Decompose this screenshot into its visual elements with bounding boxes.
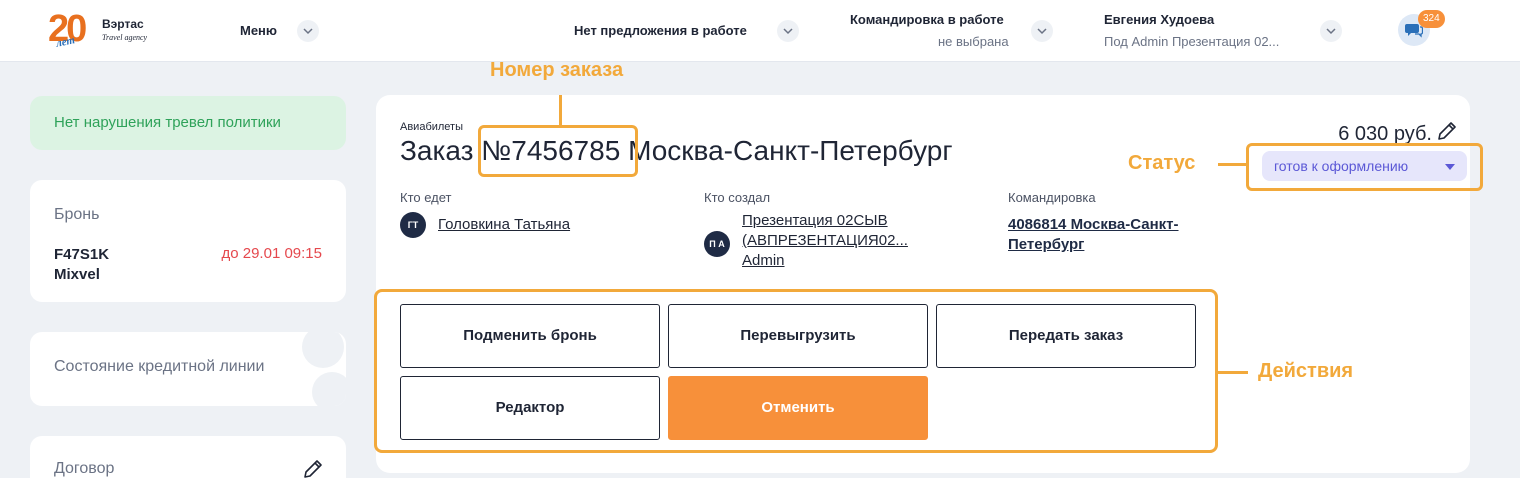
edit-price-pencil-icon[interactable] bbox=[1436, 120, 1458, 142]
caret-down-icon bbox=[1445, 164, 1455, 170]
order-number-highlight bbox=[478, 125, 638, 177]
contract-card: Договор bbox=[30, 436, 346, 478]
menu-chevron-down-icon[interactable] bbox=[297, 20, 319, 42]
logo-tagline: Travel agency bbox=[102, 33, 148, 42]
contract-title: Договор bbox=[54, 460, 115, 477]
order-title-prefix: Заказ bbox=[400, 135, 474, 166]
order-status-value: готов к оформлению bbox=[1274, 158, 1409, 174]
booking-deadline: до 29.01 09:15 bbox=[221, 245, 322, 262]
annotation-line-order-number bbox=[559, 95, 562, 125]
booking-code-value: F47S1K bbox=[54, 246, 110, 263]
credit-line-card[interactable]: Состояние кредитной линии bbox=[30, 332, 346, 406]
creator-link[interactable]: Презентация 02СЫВ (АВПРЕЗЕНТАЦИЯ02... Ad… bbox=[742, 211, 908, 271]
user-chevron-down-icon[interactable] bbox=[1320, 20, 1342, 42]
chat-unread-badge: 324 bbox=[1418, 10, 1445, 28]
creator-line-3: Admin bbox=[742, 252, 785, 269]
replace-booking-button[interactable]: Подменить бронь bbox=[400, 304, 660, 368]
order-status-dropdown[interactable]: готов к оформлению bbox=[1262, 151, 1467, 181]
annotation-line-actions bbox=[1218, 371, 1248, 374]
edit-contract-pencil-icon[interactable] bbox=[302, 458, 324, 478]
trip-in-progress-label[interactable]: Командировка в работе bbox=[850, 12, 1004, 27]
order-route: Москва-Санкт-Петербург bbox=[628, 135, 953, 166]
editor-button[interactable]: Редактор bbox=[400, 376, 660, 440]
traveler-avatar: ГТ bbox=[400, 212, 426, 238]
decorative-shape bbox=[312, 372, 346, 406]
logo-company-name: Вэртас bbox=[102, 17, 144, 31]
creator-line-1: Презентация 02СЫВ bbox=[742, 212, 888, 229]
traveler-label: Кто едет bbox=[400, 190, 452, 205]
creator-line-2: (АВПРЕЗЕНТАЦИЯ02... bbox=[742, 232, 908, 249]
annotation-line-status bbox=[1218, 163, 1246, 166]
transfer-order-button[interactable]: Передать заказ bbox=[936, 304, 1196, 368]
decorative-shape bbox=[302, 332, 344, 368]
annotation-actions: Действия bbox=[1258, 360, 1354, 382]
menu-label[interactable]: Меню bbox=[240, 23, 277, 38]
credit-line-title: Состояние кредитной линии bbox=[54, 358, 265, 375]
creator-avatar: П А bbox=[704, 231, 730, 257]
business-trip-line-1: 4086814 Москва-Санкт- bbox=[1008, 216, 1179, 233]
offer-chevron-down-icon[interactable] bbox=[777, 20, 799, 42]
booking-card: Бронь F47S1K Mixvel до 29.01 09:15 bbox=[30, 180, 346, 302]
annotation-status: Статус bbox=[1128, 152, 1196, 174]
booking-system: Mixvel bbox=[54, 266, 100, 283]
business-trip-line-2: Петербург bbox=[1008, 236, 1085, 253]
annotation-order-number: Номер заказа bbox=[490, 59, 624, 81]
business-trip-label: Командировка bbox=[1008, 190, 1096, 205]
company-logo[interactable]: 20 лет Вэртас Travel agency bbox=[48, 8, 158, 54]
user-impersonation: Под Admin Презентация 02... bbox=[1104, 34, 1280, 49]
order-card: Авиабилеты Заказ №7456785 Москва-Санкт-П… bbox=[374, 95, 1483, 473]
offer-status-label[interactable]: Нет предложения в работе bbox=[574, 23, 747, 38]
travel-policy-status: Нет нарушения тревел политики bbox=[30, 96, 346, 150]
reupload-button[interactable]: Перевыгрузить bbox=[668, 304, 928, 368]
booking-title: Бронь bbox=[54, 206, 100, 223]
trip-in-progress-value: не выбрана bbox=[938, 34, 1009, 49]
top-header: 20 лет Вэртас Travel agency Меню Нет пре… bbox=[0, 0, 1520, 62]
booking-code: F47S1K Mixvel bbox=[54, 245, 109, 285]
cancel-order-button[interactable]: Отменить bbox=[668, 376, 928, 440]
creator-label: Кто создал bbox=[704, 190, 771, 205]
trip-chevron-down-icon[interactable] bbox=[1031, 20, 1053, 42]
traveler-name-link[interactable]: Головкина Татьяна bbox=[438, 215, 570, 235]
order-category: Авиабилеты bbox=[400, 121, 464, 133]
business-trip-link[interactable]: 4086814 Москва-Санкт- Петербург bbox=[1008, 215, 1179, 255]
user-name[interactable]: Евгения Худоева bbox=[1104, 12, 1214, 27]
